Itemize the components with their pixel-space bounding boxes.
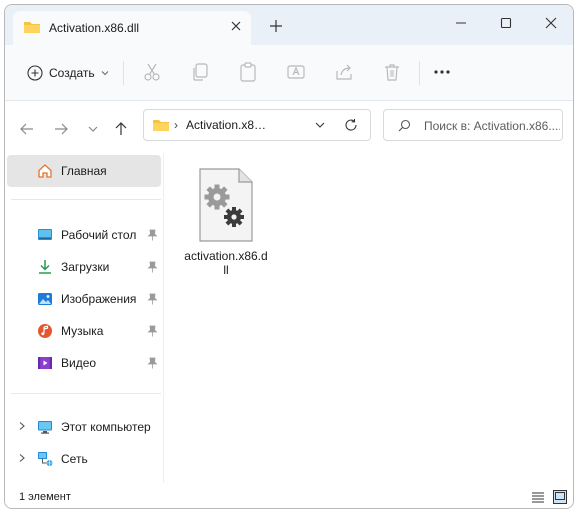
breadcrumb-separator: ›	[174, 118, 178, 132]
pin-icon[interactable]	[147, 325, 158, 337]
videos-icon	[38, 357, 52, 369]
sidebar-item-network[interactable]: Сеть	[7, 443, 161, 475]
search-box[interactable]: Поиск в: Activation.x86....	[383, 109, 563, 141]
create-button[interactable]: Создать	[19, 59, 117, 87]
file-explorer-window: Activation.x86.dll Создать › Activation.…	[4, 4, 574, 509]
status-bar: 1 элемент	[5, 483, 573, 508]
copy-icon[interactable]	[189, 61, 211, 83]
sidebar-item-downloads[interactable]: Загрузки	[7, 251, 161, 283]
refresh-icon[interactable]	[344, 118, 358, 132]
sidebar-item-videos[interactable]: Видео	[7, 347, 161, 379]
address-bar[interactable]: › Activation.x8…	[143, 109, 371, 141]
this-pc-icon	[38, 421, 52, 434]
back-arrow-icon[interactable]	[19, 121, 35, 137]
maximize-button[interactable]	[491, 11, 521, 35]
maximize-icon	[500, 17, 512, 29]
more-icon[interactable]	[431, 61, 453, 83]
navigation-pane: Главная Рабочий стол Загрузки Изображени…	[5, 153, 163, 483]
sidebar-divider	[11, 199, 161, 200]
downloads-icon	[39, 260, 51, 274]
close-tab-icon[interactable]	[229, 19, 243, 33]
rename-icon[interactable]	[285, 61, 307, 83]
create-label: Создать	[49, 66, 95, 80]
sidebar-item-pictures[interactable]: Изображения	[7, 283, 161, 315]
paste-icon[interactable]	[237, 61, 259, 83]
minimize-button[interactable]	[446, 11, 476, 35]
sidebar-item-label: Загрузки	[61, 260, 110, 274]
sidebar-item-desktop[interactable]: Рабочий стол	[7, 219, 161, 251]
pin-icon[interactable]	[147, 293, 158, 305]
forward-arrow-icon[interactable]	[53, 121, 69, 137]
file-item[interactable]: activation.x86.dll	[183, 163, 269, 279]
folder-icon	[24, 22, 40, 33]
chevron-right-icon[interactable]	[17, 453, 27, 463]
minimize-icon	[456, 22, 466, 24]
sidebar-item-home[interactable]: Главная	[7, 155, 161, 187]
sidebar-item-label: Рабочий стол	[61, 228, 137, 242]
pin-icon[interactable]	[147, 357, 158, 369]
up-arrow-icon[interactable]	[113, 121, 129, 137]
address-row: › Activation.x8… Поиск в: Activation.x86…	[5, 101, 573, 157]
pin-icon[interactable]	[147, 261, 158, 273]
sidebar-item-this-pc[interactable]: Этот компьютер	[7, 411, 161, 443]
chevron-down-icon[interactable]	[314, 119, 326, 131]
search-icon	[398, 119, 411, 132]
folder-icon	[153, 120, 169, 131]
toolbar-separator	[123, 61, 124, 85]
network-icon	[38, 452, 53, 466]
large-icons-view-icon[interactable]	[553, 490, 567, 504]
item-count: 1 элемент	[19, 491, 71, 503]
breadcrumb-current[interactable]: Activation.x8…	[186, 118, 266, 132]
close-window-button[interactable]	[536, 11, 566, 35]
file-list: activation.x86.dll	[165, 153, 573, 483]
sidebar-item-label: Музыка	[61, 324, 104, 338]
search-placeholder: Поиск в: Activation.x86....	[424, 119, 560, 133]
new-tab-icon[interactable]	[269, 19, 283, 33]
pin-icon[interactable]	[147, 229, 158, 241]
sidebar-item-label: Изображения	[61, 292, 137, 306]
recent-locations-chevron-icon[interactable]	[85, 121, 101, 137]
home-icon	[38, 164, 52, 178]
tab-activation[interactable]: Activation.x86.dll	[13, 11, 251, 45]
chevron-right-icon[interactable]	[17, 421, 27, 431]
tab-title: Activation.x86.dll	[49, 21, 140, 35]
dll-file-icon	[199, 168, 253, 242]
cut-icon[interactable]	[141, 61, 163, 83]
sidebar-item-label: Сеть	[61, 452, 88, 466]
sidebar-item-label: Главная	[61, 164, 107, 178]
close-icon	[545, 17, 557, 29]
title-bar: Activation.x86.dll	[5, 5, 573, 45]
sidebar-item-music[interactable]: Музыка	[7, 315, 161, 347]
toolbar-separator	[419, 61, 420, 85]
file-name: activation.x86.dll	[184, 249, 268, 277]
share-icon[interactable]	[333, 61, 355, 83]
details-view-icon[interactable]	[531, 490, 545, 504]
desktop-icon	[38, 229, 52, 240]
plus-circle-icon	[27, 65, 43, 81]
sidebar-divider	[11, 393, 161, 394]
delete-icon[interactable]	[381, 61, 403, 83]
command-bar: Создать	[5, 45, 573, 101]
pane-divider[interactable]	[163, 153, 164, 483]
sidebar-item-label: Этот компьютер	[61, 420, 151, 434]
sidebar-item-label: Видео	[61, 356, 97, 370]
pictures-icon	[38, 293, 52, 305]
music-icon	[38, 324, 52, 338]
chevron-down-icon	[101, 71, 108, 76]
